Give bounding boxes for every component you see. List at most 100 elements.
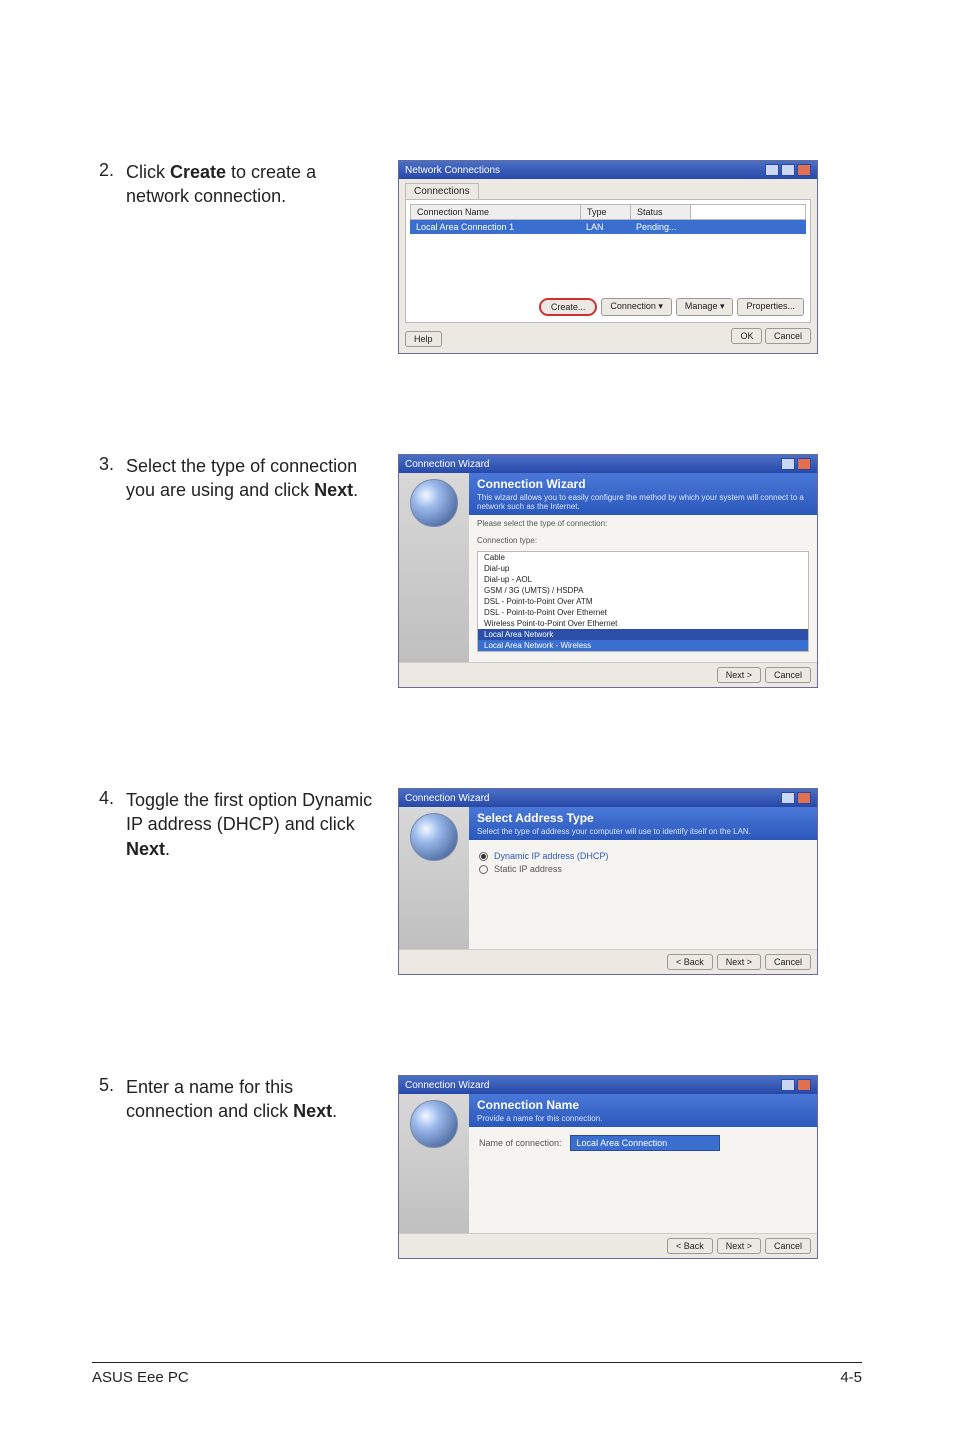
dynamic-ip-option[interactable]: Dynamic IP address (DHCP) <box>479 851 807 861</box>
titlebar: Connection Wizard <box>399 1076 817 1094</box>
dialog-title: Connection Wizard <box>405 459 489 470</box>
text-fragment: Toggle the first option Dynamic IP addre… <box>126 790 372 834</box>
next-button[interactable]: Next > <box>717 954 761 970</box>
dialog-title: Network Connections <box>405 165 500 176</box>
wizard-description: Please select the type of connection: <box>469 515 817 532</box>
network-connections-dialog: Network Connections Connections Connecti… <box>398 160 818 354</box>
option-label: Static IP address <box>494 864 562 874</box>
bold-word: Create <box>170 162 226 182</box>
close-icon[interactable] <box>797 1079 811 1091</box>
step-number: 3. <box>92 454 114 503</box>
text-fragment: . <box>332 1101 337 1121</box>
list-item[interactable]: Cable <box>478 552 808 563</box>
list-item[interactable]: GSM / 3G (UMTS) / HSDPA <box>478 585 808 596</box>
connections-tab[interactable]: Connections <box>405 183 479 199</box>
bold-word: Next <box>293 1101 332 1121</box>
list-item-selected[interactable]: Local Area Network - Wireless <box>478 640 808 651</box>
titlebar: Connection Wizard <box>399 789 817 807</box>
window-buttons <box>765 164 811 176</box>
minimize-icon[interactable] <box>781 792 795 804</box>
cancel-button[interactable]: Cancel <box>765 1238 811 1254</box>
dialog-title: Connection Wizard <box>405 1080 489 1091</box>
connection-wizard-type-dialog: Connection Wizard Connection Wizard This… <box>398 454 818 688</box>
cancel-button[interactable]: Cancel <box>765 954 811 970</box>
list-item[interactable]: Wireless Point-to-Point Over Ethernet <box>478 618 808 629</box>
connection-name-label: Name of connection: <box>479 1138 562 1148</box>
close-icon[interactable] <box>797 458 811 470</box>
minimize-icon[interactable] <box>781 1079 795 1091</box>
footer-right: 4-5 <box>840 1369 862 1386</box>
connection-name-input[interactable]: Local Area Connection <box>570 1135 720 1151</box>
step-number: 5. <box>92 1075 114 1124</box>
wizard-header-subtitle: Select the type of address your computer… <box>477 827 809 836</box>
list-item-selected[interactable]: Local Area Network <box>478 629 808 640</box>
list-item[interactable]: Dial-up <box>478 563 808 574</box>
close-icon[interactable] <box>797 164 811 176</box>
create-button[interactable]: Create... <box>539 298 598 316</box>
maximize-icon[interactable] <box>781 164 795 176</box>
static-ip-option[interactable]: Static IP address <box>479 864 807 874</box>
connection-menu-button[interactable]: Connection ▾ <box>601 298 672 316</box>
globe-icon <box>410 1100 458 1148</box>
wizard-header-title: Connection Wizard <box>477 477 809 491</box>
wizard-sidebar <box>399 807 469 949</box>
step-number: 4. <box>92 788 114 861</box>
wizard-header-title: Select Address Type <box>477 811 809 825</box>
wizard-sidebar <box>399 1094 469 1233</box>
text-fragment: . <box>165 839 170 859</box>
manage-menu-button[interactable]: Manage ▾ <box>676 298 734 316</box>
minimize-icon[interactable] <box>781 458 795 470</box>
ok-button[interactable]: OK <box>731 328 762 344</box>
radio-on-icon <box>479 852 488 861</box>
list-item[interactable]: DSL - Point-to-Point Over ATM <box>478 596 808 607</box>
window-buttons <box>781 792 811 804</box>
next-button[interactable]: Next > <box>717 1238 761 1254</box>
bold-word: Next <box>314 480 353 500</box>
step-text: Select the type of connection you are us… <box>126 454 380 503</box>
row-type: LAN <box>580 220 630 234</box>
list-item[interactable]: Dial-up - AOL <box>478 574 808 585</box>
text-fragment: Click <box>126 162 170 182</box>
cancel-button[interactable]: Cancel <box>765 667 811 683</box>
radio-off-icon <box>479 865 488 874</box>
select-address-type-dialog: Connection Wizard Select Address Type Se… <box>398 788 818 975</box>
wizard-header-title: Connection Name <box>477 1098 809 1112</box>
cancel-button[interactable]: Cancel <box>765 328 811 344</box>
connection-name-dialog: Connection Wizard Connection Name Provid… <box>398 1075 818 1259</box>
wizard-header-subtitle: This wizard allows you to easily configu… <box>477 493 809 511</box>
text-fragment: Enter a name for this connection and cli… <box>126 1077 293 1121</box>
properties-button[interactable]: Properties... <box>737 298 804 316</box>
footer-left: ASUS Eee PC <box>92 1369 189 1386</box>
next-button[interactable]: Next > <box>717 667 761 683</box>
close-icon[interactable] <box>797 792 811 804</box>
minimize-icon[interactable] <box>765 164 779 176</box>
list-header: Connection Name Type Status <box>410 204 806 220</box>
text-fragment: . <box>353 480 358 500</box>
col-type: Type <box>581 205 631 219</box>
step-text: Toggle the first option Dynamic IP addre… <box>126 788 380 861</box>
dialog-title: Connection Wizard <box>405 793 489 804</box>
connections-panel: Connection Name Type Status Local Area C… <box>405 199 811 323</box>
globe-icon <box>410 479 458 527</box>
wizard-header-subtitle: Provide a name for this connection. <box>477 1114 809 1123</box>
bold-word: Next <box>126 839 165 859</box>
page-footer: ASUS Eee PC 4-5 <box>92 1362 862 1386</box>
option-label: Dynamic IP address (DHCP) <box>494 851 608 861</box>
connection-row[interactable]: Local Area Connection 1 LAN Pending... <box>410 220 806 234</box>
wizard-sidebar <box>399 473 469 662</box>
list-item[interactable]: DSL - Point-to-Point Over Ethernet <box>478 607 808 618</box>
col-status: Status <box>631 205 691 219</box>
back-button[interactable]: < Back <box>667 1238 713 1254</box>
wizard-header: Connection Name Provide a name for this … <box>469 1094 817 1127</box>
step-number: 2. <box>92 160 114 209</box>
col-name: Connection Name <box>411 205 581 219</box>
window-buttons <box>781 458 811 470</box>
back-button[interactable]: < Back <box>667 954 713 970</box>
row-name: Local Area Connection 1 <box>410 220 580 234</box>
step-text: Enter a name for this connection and cli… <box>126 1075 380 1124</box>
connection-type-list[interactable]: Cable Dial-up Dial-up - AOL GSM / 3G (UM… <box>477 551 809 652</box>
help-button[interactable]: Help <box>405 331 442 347</box>
window-buttons <box>781 1079 811 1091</box>
step-text: Click Create to create a network connect… <box>126 160 380 209</box>
row-status: Pending... <box>630 220 690 234</box>
